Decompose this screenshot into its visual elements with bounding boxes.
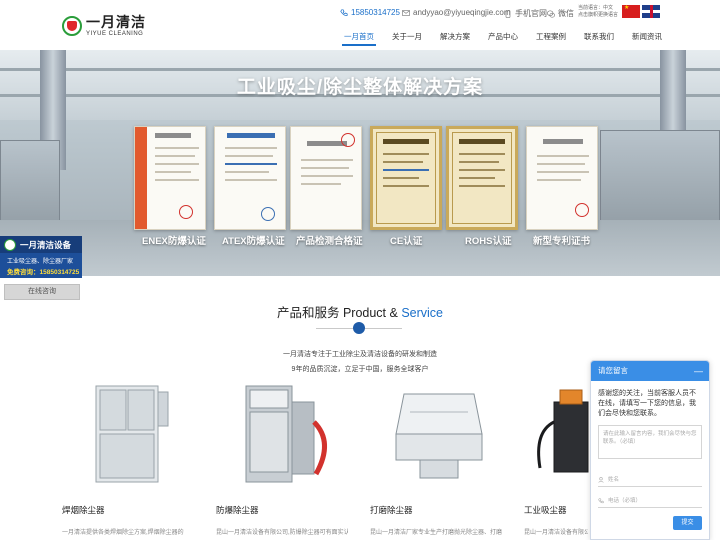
cert-rohs[interactable] <box>446 126 518 230</box>
chat-message-input[interactable]: 请在此输入留言内容，我们会尽快与您联系。（必填） <box>598 425 702 459</box>
product-name-vacuum[interactable]: 工业吸尘器 <box>524 504 567 516</box>
logo-tagline: YIYUE CLEANING <box>86 31 144 37</box>
phone-number: 15850314725 <box>351 8 400 17</box>
name-placeholder: 姓名 <box>608 476 620 483</box>
product-name-explosion-proof[interactable]: 防爆除尘器 <box>216 504 259 516</box>
china-flag-icon[interactable] <box>622 4 640 18</box>
ad-logo-icon <box>4 238 16 251</box>
current-language: 当前语言：中文 <box>578 5 614 11</box>
mobile-icon <box>505 9 511 18</box>
ad-subtitle: 工业吸尘器、除尘器厂家 <box>7 259 74 265</box>
product-desc-welding: 一月清洁提供各类焊烟除尘方案,焊烟除尘器的 <box>62 530 184 536</box>
nav-news[interactable]: 新闻资讯 <box>632 31 662 42</box>
phone-icon <box>598 497 604 503</box>
nav-solutions[interactable]: 解决方案 <box>440 31 470 42</box>
chat-title: 请您留言 <box>598 366 628 375</box>
hero-beam <box>0 68 720 71</box>
email-address: andyyao@yiyueqingjie.com <box>413 8 511 17</box>
header-email[interactable]: andyyao@yiyueqingjie.com <box>402 8 511 17</box>
cert-label-rohs: ROHS认证 <box>465 236 512 247</box>
ad-hotline: 免费咨询：15850314725 <box>7 269 80 276</box>
wechat-icon <box>547 9 555 18</box>
cert-label-patent: 新型专利证书 <box>533 236 591 247</box>
mobile-site-link[interactable]: 手机官网 <box>504 8 547 19</box>
section-desc-line1: 一月清洁专注于工业除尘及清洁设备的研发和制造 <box>283 351 437 358</box>
user-icon <box>598 476 604 483</box>
chat-header[interactable]: 请您留言 — <box>591 361 709 381</box>
nav-contact[interactable]: 联系我们 <box>584 31 614 42</box>
nav-products[interactable]: 产品中心 <box>488 31 518 42</box>
product-name-welding[interactable]: 焊烟除尘器 <box>62 504 105 516</box>
site-header: 一月清洁 YIYUE CLEANING 15850314725 andyyao@… <box>0 0 720 50</box>
wechat-label: 微信 <box>558 9 574 18</box>
product-desc-vacuum: 昆山一月清洁设备有限公司 <box>524 530 588 536</box>
cert-atex[interactable] <box>214 126 286 230</box>
nav-about[interactable]: 关于一月 <box>392 31 422 42</box>
section-title-cn: 产品和服务 Product & <box>276 306 398 320</box>
language-info: 当前语言：中文 点击旗帜更换语言 <box>578 5 622 19</box>
cert-label-inspection: 产品检测合格证 <box>296 236 363 247</box>
phone-placeholder: 电话（必填） <box>608 497 642 504</box>
phone-icon <box>340 8 348 16</box>
section-title-service: Service <box>401 306 444 320</box>
header-phone[interactable]: 15850314725 <box>340 8 400 17</box>
language-hint: 点击旗帜更换语言 <box>578 12 619 18</box>
cert-label-enex: ENEX防爆认证 <box>142 236 206 247</box>
section-title: 产品和服务 Product & Service <box>0 302 720 321</box>
nav-home[interactable]: 一月首页 <box>344 31 374 42</box>
chat-phone-field[interactable]: 电话（必填） <box>598 494 702 508</box>
product-image-explosion-proof[interactable] <box>216 382 354 490</box>
uk-flag-icon[interactable] <box>642 5 660 18</box>
mail-icon <box>402 9 410 16</box>
product-name-grinding[interactable]: 打磨除尘器 <box>370 504 413 516</box>
product-image-welding[interactable] <box>62 382 200 490</box>
online-consult-button[interactable]: 在线咨询 <box>4 284 80 300</box>
product-image-grinding[interactable] <box>370 382 508 490</box>
cert-enex[interactable] <box>134 126 206 230</box>
chat-offline-message: 感谢您的关注，当前客服人员不在线，请填写一下您的信息，我们会尽快和您联系。 <box>598 390 696 417</box>
cert-patent[interactable] <box>526 126 598 230</box>
logo[interactable]: 一月清洁 YIYUE CLEANING <box>62 12 162 40</box>
ad-title: 一月清洁设备 <box>20 239 72 250</box>
chat-name-field[interactable]: 姓名 <box>598 473 702 487</box>
logo-name: 一月清洁 <box>86 14 146 30</box>
hero-title: 工业吸尘/除尘整体解决方案 <box>236 77 484 98</box>
cert-label-atex: ATEX防爆认证 <box>222 236 285 247</box>
section-divider-dot <box>353 322 365 334</box>
left-float-ad[interactable]: 一月清洁设备 工业吸尘器、除尘器厂家 免费咨询：15850314725 <box>0 236 82 278</box>
product-desc-explosion-proof: 昆山一月清洁设备有限公司,防爆除尘器可有面实认 <box>216 530 348 536</box>
cert-label-ce: CE认证 <box>390 236 423 247</box>
logo-mark-icon <box>62 16 82 36</box>
nav-cases[interactable]: 工程案例 <box>536 31 566 42</box>
hero-banner: 工业吸尘/除尘整体解决方案 ENEX防爆认证 ATEX防爆认证 产品检测合格证 … <box>0 50 720 276</box>
minimize-icon[interactable]: — <box>694 361 703 381</box>
cert-ce[interactable] <box>370 126 442 230</box>
wechat-link[interactable]: 微信 <box>547 8 574 19</box>
mobile-site-label: 手机官网 <box>515 9 547 18</box>
product-desc-grinding: 昆山一月清洁厂家专业生产打磨抛光除尘器、打磨 <box>370 530 502 536</box>
cert-inspection[interactable] <box>290 126 362 230</box>
chat-submit-button[interactable]: 提交 <box>673 516 702 530</box>
nav-active-indicator <box>342 44 376 46</box>
chat-widget: 请您留言 — 感谢您的关注，当前客服人员不在线，请填写一下您的信息，我们会尽快和… <box>590 360 710 540</box>
